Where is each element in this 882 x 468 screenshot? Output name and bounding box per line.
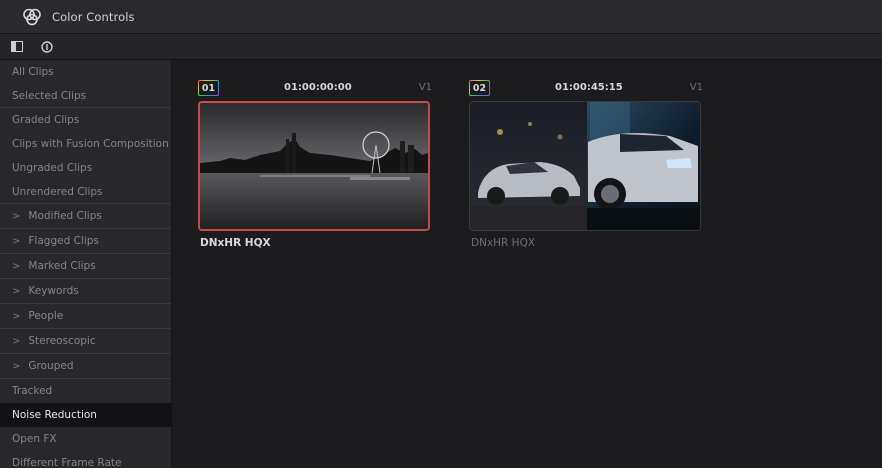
sidebar-item-stereoscopic[interactable]: > Stereoscopic: [0, 329, 171, 354]
window-title: Color Controls: [52, 9, 135, 24]
sidebar-item-selected-clips[interactable]: Selected Clips: [0, 84, 171, 108]
sidebar-item-label: Ungraded Clips: [12, 161, 93, 174]
clip-card[interactable]: 02 01:00:45:15 V1 DNxHR HQX: [469, 80, 703, 249]
sidebar-item-tracked[interactable]: Tracked: [0, 379, 171, 403]
sidebar-item-label: Grouped: [28, 360, 74, 372]
clip-track: V1: [689, 82, 703, 93]
chevron-right-icon: >: [12, 360, 21, 372]
sidebar-item-label: Graded Clips: [12, 113, 80, 126]
sidebar-item-label: Different Frame Rate: [12, 456, 122, 468]
clip-number-badge: 01: [198, 80, 219, 96]
title-bar: Color Controls: [0, 0, 882, 34]
sidebar-item-people[interactable]: > People: [0, 304, 171, 329]
sidebar-panel-icon: [11, 41, 23, 52]
clip-thumbnail[interactable]: [198, 101, 430, 231]
clip-timecode: 01:00:00:00: [284, 82, 352, 93]
clip-codec: DNxHR HQX: [200, 237, 271, 249]
sidebar-item-label: Modified Clips: [28, 210, 102, 222]
sidebar-item-noise-reduction[interactable]: Noise Reduction: [0, 403, 171, 427]
sidebar-item-label: Tracked: [12, 384, 53, 397]
clip-header: 01 01:00:00:00 V1: [198, 80, 432, 97]
sidebar-item-all-clips[interactable]: All Clips: [0, 60, 171, 84]
clip-number-badge: 02: [469, 80, 490, 96]
chevron-right-icon: >: [12, 210, 21, 222]
sidebar-item-label: Flagged Clips: [28, 235, 99, 247]
clip-thumbnail[interactable]: [469, 101, 701, 231]
sidebar-item-graded-clips[interactable]: Graded Clips: [0, 108, 171, 132]
sidebar-item-label: Open FX: [12, 432, 57, 445]
sidebar-item-label: Stereoscopic: [28, 335, 96, 347]
sidebar-item-label: Unrendered Clips: [12, 185, 103, 198]
night-skyline-thumbnail-image: [200, 103, 428, 229]
smart-filter-sidebar: All Clips Selected Clips Graded Clips Cl…: [0, 60, 172, 468]
sidebar-item-different-frame-rate[interactable]: Different Frame Rate: [0, 451, 171, 468]
car-split-thumbnail-image: [470, 102, 700, 230]
clip-number: 01: [201, 82, 216, 94]
sidebar-item-fusion-clips[interactable]: Clips with Fusion Composition: [0, 132, 171, 156]
chevron-right-icon: >: [12, 260, 21, 272]
sidebar-item-marked-clips[interactable]: > Marked Clips: [0, 254, 171, 279]
chevron-right-icon: >: [12, 310, 21, 322]
sidebar-item-modified-clips[interactable]: > Modified Clips: [0, 204, 171, 229]
sidebar-item-label: Selected Clips: [12, 89, 87, 102]
sidebar-item-label: Clips with Fusion Composition: [12, 137, 169, 150]
chevron-right-icon: >: [12, 335, 21, 347]
clip-track: V1: [418, 82, 432, 93]
clip-info-button[interactable]: [36, 36, 58, 58]
color-wheels-icon: [23, 8, 41, 25]
clip-timecode: 01:00:45:15: [555, 82, 623, 93]
sidebar-item-flagged-clips[interactable]: > Flagged Clips: [0, 229, 171, 254]
sidebar-item-ungraded-clips[interactable]: Ungraded Clips: [0, 156, 171, 180]
sidebar-item-keywords[interactable]: > Keywords: [0, 279, 171, 304]
sidebar-item-open-fx[interactable]: Open FX: [0, 427, 171, 451]
sidebar-item-unrendered-clips[interactable]: Unrendered Clips: [0, 180, 171, 204]
clip-codec: DNxHR HQX: [471, 237, 536, 249]
sidebar-item-label: Keywords: [28, 285, 79, 297]
clip-card[interactable]: 01 01:00:00:00 V1 DNxHR HQX: [198, 80, 432, 249]
chevron-right-icon: >: [12, 235, 21, 247]
chevron-right-icon: >: [12, 285, 21, 297]
sidebar-item-label: All Clips: [12, 65, 54, 78]
sidebar-toggle-button[interactable]: [6, 36, 28, 58]
clip-grid: 01 01:00:00:00 V1 DNxHR HQX 02 01:00:45:…: [173, 60, 882, 468]
clip-number: 02: [472, 82, 487, 94]
color-controls-window: Color Controls All Clips Selected Clips …: [0, 0, 882, 468]
toolbar: [0, 34, 882, 60]
sidebar-item-label: Marked Clips: [28, 260, 96, 272]
sidebar-item-label: Noise Reduction: [12, 408, 97, 421]
sidebar-item-grouped[interactable]: > Grouped: [0, 354, 171, 379]
clip-header: 02 01:00:45:15 V1: [469, 80, 703, 97]
info-icon: [41, 40, 53, 53]
sidebar-item-label: People: [28, 310, 64, 322]
